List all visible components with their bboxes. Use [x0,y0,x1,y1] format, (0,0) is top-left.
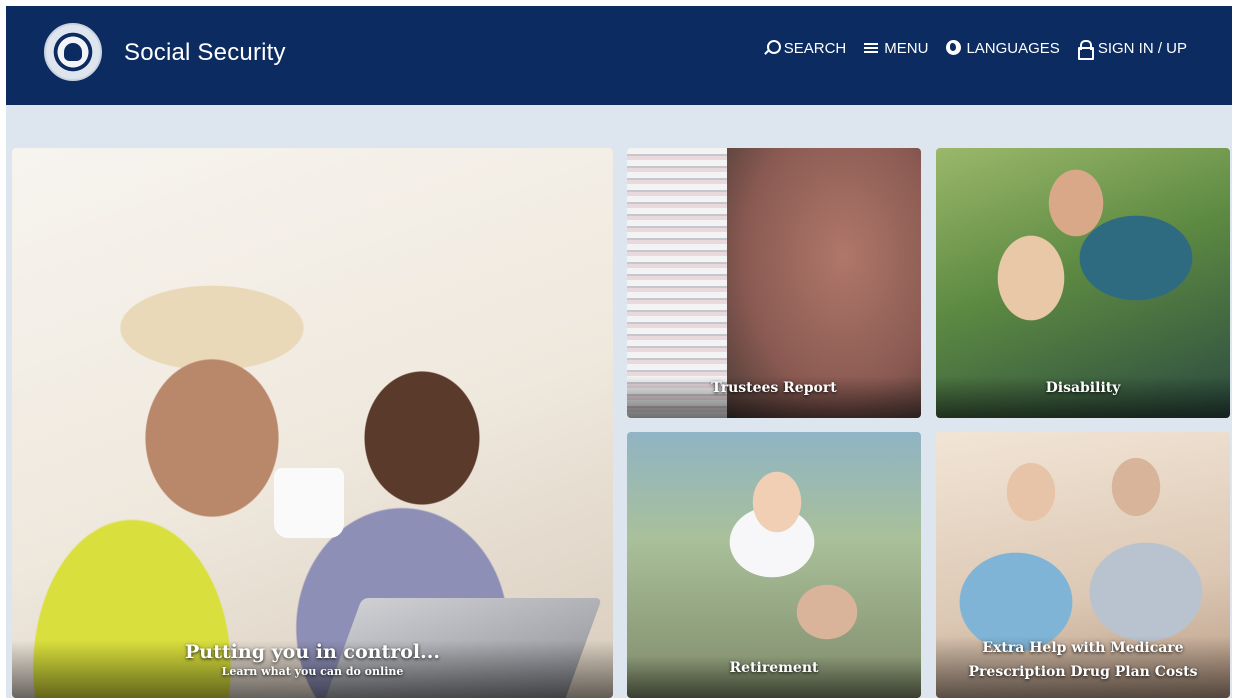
tile-label: Trustees Report [627,376,921,418]
tile-retirement[interactable]: Retirement [627,432,921,698]
hero-subtitle: Learn what you can do online [221,665,404,678]
ssa-seal-icon[interactable] [44,23,102,81]
lock-icon [1076,39,1094,60]
languages-label: LANGUAGES [966,39,1060,57]
menu-icon [862,39,880,57]
languages-link[interactable]: LANGUAGES [944,39,1060,57]
search-label: SEARCH [783,39,847,57]
mug-image [274,468,344,538]
hero-title: Putting you in control... [185,641,440,663]
globe-icon [944,39,962,57]
search-link[interactable]: SEARCH [762,39,847,57]
tile-trustees-report[interactable]: Trustees Report [627,148,921,418]
menu-label: MENU [884,39,929,57]
tile-label: Extra Help with Medicare Prescription Dr… [936,636,1230,698]
site-header: Social Security SEARCH MENU LANGUAGES SI… [6,6,1232,105]
signin-link[interactable]: SIGN IN / UP [1076,39,1187,60]
hero-caption: Putting you in control... Learn what you… [12,640,613,698]
menu-link[interactable]: MENU [862,39,928,57]
tile-extra-help-medicare[interactable]: Extra Help with Medicare Prescription Dr… [936,432,1230,698]
site-title[interactable]: Social Security [124,39,286,67]
tile-label: Retirement [627,656,921,698]
eagle-icon [64,43,82,61]
hero-tile[interactable]: Putting you in control... Learn what you… [12,148,613,698]
tile-label: Disability [936,376,1230,418]
tile-disability[interactable]: Disability [936,148,1230,418]
signin-label: SIGN IN / UP [1097,39,1187,57]
search-icon [762,39,781,57]
top-nav: SEARCH MENU LANGUAGES SIGN IN / UP [762,39,1187,60]
